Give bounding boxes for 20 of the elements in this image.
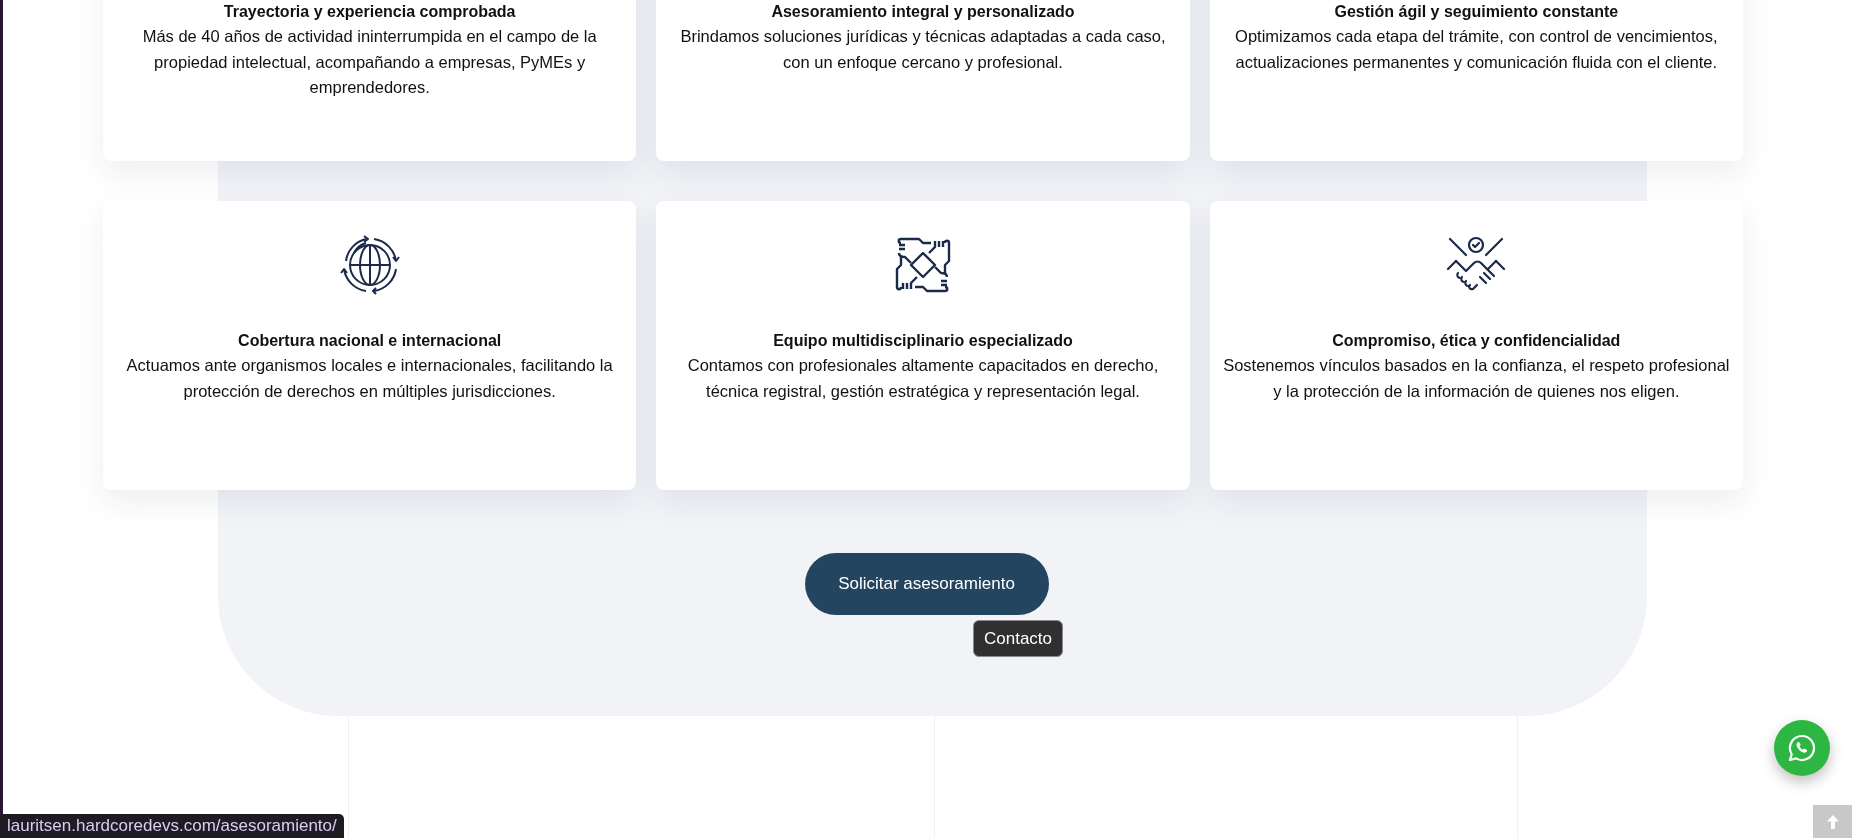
- card-title: Equipo multidisciplinario especializado: [773, 331, 1073, 351]
- scroll-to-top-button[interactable]: [1813, 805, 1852, 838]
- card-description: Brindamos soluciones jurídicas y técnicas adaptadas a cada caso, con un enfoque cercano y profesional.: [679, 26, 1167, 73]
- card-title: Asesoramiento integral y personalizado: [771, 2, 1075, 22]
- card-description: Contamos con profesionales altamente capacitados en derecho, técnica registral, gestión estratégica y representación legal.: [686, 355, 1160, 402]
- card-title: Trayectoria y experiencia comprobada: [223, 2, 516, 22]
- whatsapp-button[interactable]: [1774, 720, 1830, 776]
- globe-arrows-icon: [337, 233, 402, 297]
- card-description: Más de 40 años de actividad ininterrumpida en el campo de la propiedad intelectual, acompañando a empresas, PyMEs y emprendedores.: [141, 26, 598, 98]
- card-description: Actuamos ante organismos locales e internacionales, facilitando la protección de derechos en múltiples jurisdicciones.: [125, 355, 614, 402]
- card-title: Gestión ágil y seguimiento constante: [1334, 2, 1619, 22]
- chat-bubble-phone-icon: [1787, 733, 1817, 763]
- request-advice-button[interactable]: Solicitar asesoramiento: [804, 553, 1049, 615]
- card-description: Sostenemos vínculos basados en la confianza, el respeto profesional y la protección de la información de quienes nos eligen.: [1222, 355, 1731, 402]
- arrow-up-icon: [1825, 813, 1840, 830]
- card-title: Compromiso, ética y confidencialidad: [1332, 331, 1621, 351]
- tooltip: Contacto: [973, 620, 1064, 657]
- card-title: Cobertura nacional e internacional: [238, 331, 502, 351]
- card-description: Optimizamos cada etapa del trámite, con control de vencimientos, actualizaciones permanentes y comunicación fluida con el cliente.: [1234, 26, 1719, 73]
- link-url-status: lauritsen.hardcoredevs.com/asesoramiento/: [0, 814, 344, 838]
